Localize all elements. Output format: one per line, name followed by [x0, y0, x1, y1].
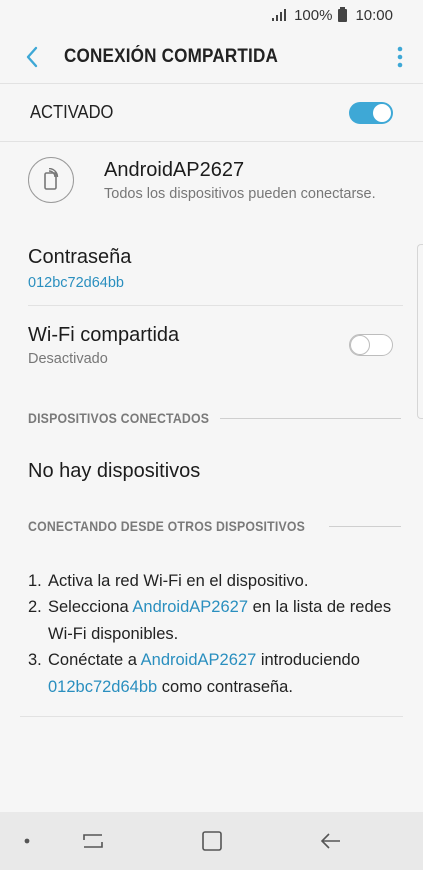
battery-icon	[338, 6, 348, 22]
master-switch-row[interactable]: ACTIVADO	[0, 84, 423, 142]
hotspot-phone-icon	[28, 157, 74, 203]
back-arrow-icon	[26, 46, 38, 67]
signal-icon	[272, 9, 287, 21]
network-description: Todos los dispositivos pueden conectarse…	[104, 185, 376, 202]
wifi-shared-status: Desactivado	[28, 350, 108, 367]
back-icon[interactable]	[318, 828, 344, 854]
instructions-list: 1. Activa la red Wi-Fi en el dispositivo…	[28, 568, 393, 700]
connect-other-title: CONECTANDO DESDE OTROS DISPOSITIVOS	[28, 518, 306, 534]
recent-apps-icon[interactable]	[80, 828, 106, 854]
clock: 10:00	[355, 6, 393, 24]
master-toggle[interactable]	[349, 101, 393, 124]
battery-percent: 100%	[294, 6, 333, 24]
connect-other-header: CONECTANDO DESDE OTROS DISPOSITIVOS	[28, 518, 401, 534]
instruction-step: 2. Selecciona AndroidAP2627 en la lista …	[28, 598, 392, 643]
navigation-bar	[0, 812, 423, 870]
app-bar: CONEXIÓN COMPARTIDA	[0, 30, 423, 84]
network-name-link: AndroidAP2627	[132, 598, 248, 617]
home-icon[interactable]	[199, 828, 225, 854]
instruction-step: 1. Activa la red Wi-Fi en el dispositivo…	[28, 572, 309, 590]
password-label: Contraseña	[28, 246, 132, 268]
master-switch-label: ACTIVADO	[30, 102, 114, 122]
password-value: 012bc72d64bb	[28, 275, 124, 291]
network-row[interactable]: AndroidAP2627 Todos los dispositivos pue…	[28, 150, 403, 210]
instruction-step: 3. Conéctate a AndroidAP2627 introducien…	[28, 651, 360, 696]
connected-devices-title: DISPOSITIVOS CONECTADOS	[28, 410, 210, 426]
divider	[20, 716, 403, 717]
page-title: CONEXIÓN COMPARTIDA	[64, 45, 279, 67]
password-row[interactable]: Contraseña 012bc72d64bb	[28, 236, 403, 306]
status-bar: 100% 10:00	[0, 0, 423, 30]
section-divider	[219, 417, 401, 419]
wifi-shared-row[interactable]: Wi-Fi compartida Desactivado	[28, 310, 393, 380]
back-button[interactable]	[0, 30, 64, 84]
wifi-shared-toggle[interactable]	[349, 334, 393, 356]
network-name-link: AndroidAP2627	[140, 651, 257, 670]
section-divider	[328, 525, 401, 527]
nav-dot-icon	[24, 838, 30, 844]
wifi-shared-label: Wi-Fi compartida	[28, 323, 180, 346]
network-text: AndroidAP2627 Todos los dispositivos pue…	[104, 159, 376, 202]
password-link: 012bc72d64bb	[48, 677, 158, 696]
more-options-button[interactable]	[377, 30, 423, 84]
more-vert-icon	[397, 46, 403, 67]
network-name: AndroidAP2627	[104, 158, 245, 181]
scrollbar[interactable]	[417, 244, 423, 419]
connected-devices-header: DISPOSITIVOS CONECTADOS	[28, 410, 401, 426]
wifi-shared-text: Wi-Fi compartida Desactivado	[28, 324, 179, 367]
no-devices-text: No hay dispositivos	[28, 460, 201, 482]
